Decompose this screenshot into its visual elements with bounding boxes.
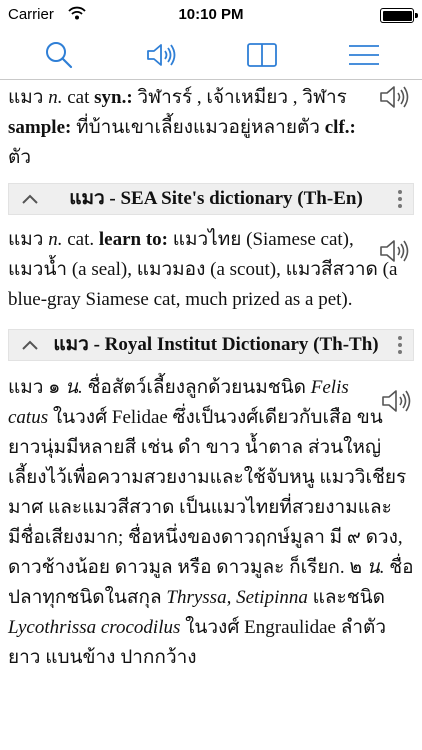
chevron-up-icon[interactable]: [21, 339, 39, 351]
headword: แมว: [8, 229, 44, 250]
search-icon: [46, 42, 73, 69]
more-options-icon[interactable]: [397, 190, 403, 210]
more-options-icon[interactable]: [397, 336, 403, 356]
entry-1: แมว n. cat syn.: วิฬารร์ , เจ้าเหมียว , …: [0, 81, 422, 173]
book-icon: [247, 43, 277, 67]
headword: แมว: [8, 87, 44, 108]
syn-label: syn.:: [94, 87, 133, 108]
speaker-icon[interactable]: [380, 387, 414, 415]
sample-label: sample:: [8, 117, 72, 138]
toolbar: [0, 30, 422, 80]
part-of-speech: n.: [48, 87, 63, 108]
section-header-sea[interactable]: แมว - SEA Site's dictionary (Th-En): [8, 183, 414, 215]
menu-icon: [349, 45, 379, 65]
entry-3: แมว ๑ น. ชื่อสัตว์เลี้ยงลูกด้วยนมชนิด Fe…: [0, 361, 422, 673]
learn-label: learn to:: [98, 229, 168, 250]
clock-label: 10:10 PM: [178, 6, 244, 23]
headword: แมว: [8, 377, 44, 398]
speaker-icon: [147, 44, 176, 66]
dictionary-button[interactable]: [245, 38, 279, 72]
clf-label: clf.:: [324, 117, 356, 138]
definition-text: ชื่อสัตว์เลี้ยงลูกด้วยนมชนิด: [87, 377, 306, 398]
battery-icon: [380, 8, 418, 23]
entry-2: แมว n. cat. learn to: แมวไทย (Siamese ca…: [0, 215, 422, 315]
chevron-up-icon[interactable]: [21, 193, 39, 205]
definition-content[interactable]: แมว n. cat syn.: วิฬารร์ , เจ้าเหมียว , …: [0, 81, 422, 750]
meaning: cat: [67, 87, 90, 108]
classifier: ตัว: [8, 147, 32, 168]
section-header-royal[interactable]: แมว - Royal Institut Dictionary (Th-Th): [8, 329, 414, 361]
meaning: cat.: [67, 229, 95, 250]
sense-number-1: ๑: [48, 377, 61, 398]
status-bar: Carrier 10:10 PM: [0, 0, 422, 30]
speaker-icon[interactable]: [378, 237, 412, 265]
section-title: แมว - SEA Site's dictionary (Th-En): [69, 188, 363, 209]
part-of-speech: น.: [366, 557, 385, 578]
section-title: แมว - Royal Institut Dictionary (Th-Th): [53, 334, 379, 355]
part-of-speech: น.: [65, 377, 83, 398]
sample-text: ที่บ้านเขาเลี้ยงแมวอยู่หลายตัว: [76, 117, 320, 138]
definition-text: และชนิด: [312, 587, 385, 608]
speaker-icon[interactable]: [378, 83, 412, 111]
search-button[interactable]: [42, 38, 76, 72]
synonyms: วิฬารร์ , เจ้าเหมียว , วิฬาร: [137, 87, 347, 108]
menu-button[interactable]: [347, 38, 381, 72]
speak-button[interactable]: [145, 38, 179, 72]
part-of-speech: n.: [48, 229, 63, 250]
scientific-name: Thryssa, Setipinna: [166, 587, 308, 608]
definition-text: ในวงศ์ Felidae ซึ่งเป็นวงศ์เดียวกับเสือ …: [8, 407, 407, 578]
scientific-name: Lycothrissa crocodilus: [8, 617, 181, 638]
sense-number-2: ๒: [349, 557, 362, 578]
